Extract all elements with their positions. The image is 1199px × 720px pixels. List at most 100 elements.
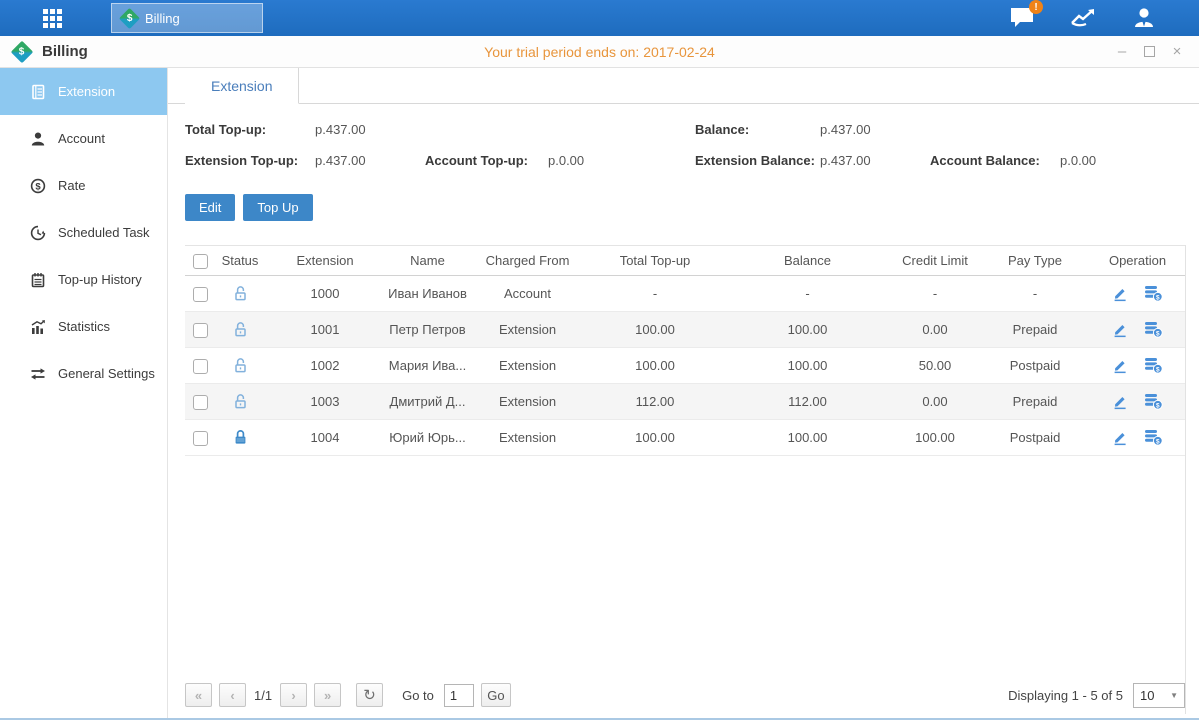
- close-icon[interactable]: ×: [1169, 44, 1185, 60]
- sidebar-item-label: Statistics: [58, 319, 110, 334]
- goto-label: Go to: [402, 688, 434, 703]
- sidebar-item-label: Rate: [58, 178, 85, 193]
- cell-total-topup: 112.00: [585, 384, 725, 420]
- top-up-button[interactable]: Top Up: [243, 194, 312, 221]
- taskbar-tab-billing[interactable]: $ Billing: [111, 3, 263, 33]
- page-indicator: 1/1: [254, 688, 272, 703]
- edit-row-icon[interactable]: [1112, 430, 1128, 446]
- sidebar-item-extension[interactable]: Extension: [0, 68, 167, 115]
- top-up-row-icon[interactable]: $: [1144, 393, 1163, 410]
- billing-app-window: $ Billing !: [0, 0, 1199, 720]
- go-button[interactable]: Go: [481, 683, 511, 707]
- top-up-row-icon[interactable]: $: [1144, 321, 1163, 338]
- page-size-select[interactable]: 10 ▼: [1133, 683, 1185, 708]
- cell-name: Петр Петров: [385, 312, 470, 348]
- last-page-button[interactable]: »: [314, 683, 341, 707]
- goto-page-input[interactable]: [444, 684, 474, 707]
- extensions-table: Status Extension Name Charged From Total…: [185, 245, 1185, 456]
- billing-diamond-icon: $: [119, 7, 140, 28]
- row-checkbox[interactable]: [193, 431, 208, 446]
- cell-charged-from: Extension: [470, 384, 585, 420]
- svg-text:$: $: [1156, 402, 1160, 409]
- status-lock-icon: [232, 285, 249, 300]
- cell-extension: 1002: [265, 348, 385, 384]
- top-up-row-icon[interactable]: $: [1144, 285, 1163, 302]
- row-checkbox[interactable]: [193, 395, 208, 410]
- svg-text:$: $: [1156, 438, 1160, 445]
- status-lock-icon: [232, 429, 249, 444]
- row-checkbox[interactable]: [193, 359, 208, 374]
- notebook-icon: [30, 272, 46, 288]
- extension-balance-label: Extension Balance:: [695, 153, 815, 168]
- row-checkbox[interactable]: [193, 287, 208, 302]
- svg-text:$: $: [35, 181, 41, 192]
- sidebar-item-account[interactable]: Account: [0, 115, 167, 162]
- statistics-chart-icon[interactable]: [1069, 6, 1097, 30]
- tab-extension[interactable]: Extension: [185, 68, 299, 104]
- prev-page-button[interactable]: ‹: [219, 683, 246, 707]
- taskbar-tab-label: Billing: [145, 11, 180, 26]
- extension-grid-panel: Status Extension Name Charged From Total…: [185, 245, 1186, 714]
- cell-balance: -: [725, 276, 890, 312]
- next-page-button[interactable]: ›: [280, 683, 307, 707]
- table-row: 1003 Дмитрий Д... Extension 112.00 112.0…: [185, 384, 1185, 420]
- top-up-row-icon[interactable]: $: [1144, 429, 1163, 446]
- cell-pay-type: Prepaid: [980, 312, 1090, 348]
- first-page-button[interactable]: «: [185, 683, 212, 707]
- sidebar-item-label: Account: [58, 131, 105, 146]
- user-account-icon[interactable]: [1131, 5, 1157, 31]
- maximize-icon[interactable]: [1144, 46, 1155, 57]
- cell-credit-limit: 100.00: [890, 420, 980, 456]
- col-total-topup: Total Top-up: [585, 246, 725, 276]
- balance-summary: Total Top-up: p.437.00 Balance: p.437.00…: [168, 114, 1199, 180]
- svg-text:$: $: [1156, 366, 1160, 373]
- col-extension: Extension: [265, 246, 385, 276]
- cell-credit-limit: 50.00: [890, 348, 980, 384]
- status-lock-icon: [232, 357, 249, 372]
- edit-row-icon[interactable]: [1112, 358, 1128, 374]
- sidebar-item-rate[interactable]: $ Rate: [0, 162, 167, 209]
- row-checkbox[interactable]: [193, 323, 208, 338]
- table-row: 1000 Иван Иванов Account - - - - $: [185, 276, 1185, 312]
- main-content: Extension Total Top-up: p.437.00 Balance…: [168, 68, 1199, 718]
- table-header-row: Status Extension Name Charged From Total…: [185, 246, 1185, 276]
- sidebar-item-topup-history[interactable]: Top-up History: [0, 256, 167, 303]
- cell-balance: 100.00: [725, 312, 890, 348]
- table-row: 1004 Юрий Юрь... Extension 100.00 100.00…: [185, 420, 1185, 456]
- sidebar-item-scheduled-task[interactable]: Scheduled Task: [0, 209, 167, 256]
- cell-credit-limit: 0.00: [890, 384, 980, 420]
- cell-charged-from: Extension: [470, 420, 585, 456]
- cell-pay-type: -: [980, 276, 1090, 312]
- notifications-chat-icon[interactable]: !: [1009, 6, 1035, 30]
- extension-topup-label: Extension Top-up:: [185, 153, 298, 168]
- select-all-checkbox[interactable]: [193, 254, 208, 269]
- taskbar: $ Billing !: [0, 0, 1199, 36]
- sidebar-item-statistics[interactable]: Statistics: [0, 303, 167, 350]
- account-balance-value: p.0.00: [1060, 153, 1096, 168]
- cell-total-topup: -: [585, 276, 725, 312]
- cell-credit-limit: -: [890, 276, 980, 312]
- refresh-icon[interactable]: ↻: [356, 683, 383, 707]
- extension-balance-value: p.437.00: [820, 153, 871, 168]
- edit-row-icon[interactable]: [1112, 322, 1128, 338]
- sidebar-item-label: Extension: [58, 84, 115, 99]
- table-row: 1002 Мария Ива... Extension 100.00 100.0…: [185, 348, 1185, 384]
- edit-button[interactable]: Edit: [185, 194, 235, 221]
- minimize-icon[interactable]: –: [1114, 44, 1130, 60]
- top-up-row-icon[interactable]: $: [1144, 357, 1163, 374]
- app-launcher-grid-icon[interactable]: [35, 0, 69, 36]
- trial-notice: Your trial period ends on: 2017-02-24: [0, 44, 1199, 60]
- sidebar-item-general-settings[interactable]: General Settings: [0, 350, 167, 397]
- status-lock-icon: [232, 393, 249, 408]
- tab-label: Extension: [211, 78, 272, 94]
- sidebar: Extension Account $ Rate Scheduled Task: [0, 68, 168, 718]
- cell-charged-from: Extension: [470, 348, 585, 384]
- sidebar-item-label: Scheduled Task: [58, 225, 150, 240]
- svg-text:$: $: [1156, 330, 1160, 337]
- edit-row-icon[interactable]: [1112, 286, 1128, 302]
- edit-row-icon[interactable]: [1112, 394, 1128, 410]
- account-balance-label: Account Balance:: [930, 153, 1040, 168]
- cell-total-topup: 100.00: [585, 312, 725, 348]
- billing-diamond-icon: $: [11, 40, 34, 63]
- cell-name: Юрий Юрь...: [385, 420, 470, 456]
